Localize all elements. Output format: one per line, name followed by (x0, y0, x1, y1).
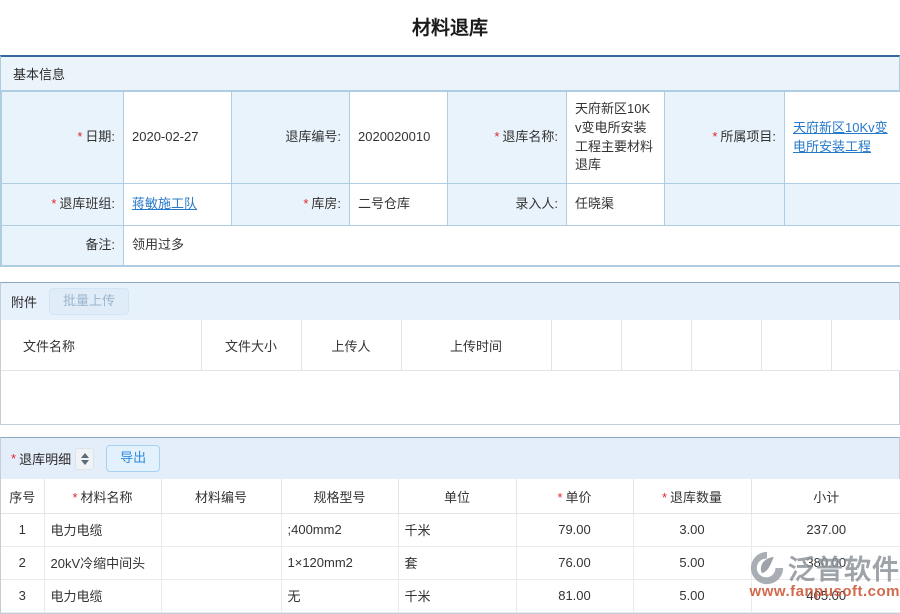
detail-col-subtotal: 小计 (751, 479, 900, 513)
basic-info-table: *日期: 2020-02-27 退库编号: 2020020010 *退库名称: … (1, 91, 900, 266)
cell-qty: 5.00 (633, 546, 751, 579)
attach-col-filename: 文件名称 (1, 320, 201, 371)
remark-label: 备注: (85, 237, 115, 252)
team-label: 退库班组: (59, 196, 115, 211)
cell-subtotal: 405.00 (751, 579, 900, 612)
recorder-value: 任晓渠 (567, 184, 665, 226)
cell-unit: 套 (398, 546, 516, 579)
cell-material-code (161, 579, 281, 612)
cell-unit: 千米 (398, 579, 516, 612)
attach-col-empty (831, 320, 900, 371)
required-marker: * (72, 490, 77, 505)
name-label: 退库名称: (502, 129, 558, 144)
export-button[interactable]: 导出 (106, 445, 160, 472)
remark-label-cell: 备注: (2, 226, 124, 266)
code-value: 2020020010 (350, 92, 448, 184)
cell-price: 81.00 (516, 579, 633, 612)
attach-col-empty (621, 320, 691, 371)
basic-info-section: 基本信息 *日期: 2020-02-27 退库编号: 2020020010 *退… (0, 55, 900, 267)
project-value-cell: 天府新区10Kv变电所安装工程 (785, 92, 900, 184)
empty-label-cell (665, 184, 785, 226)
code-label-cell: 退库编号: (232, 92, 350, 184)
cell-price: 76.00 (516, 546, 633, 579)
table-row: 1 电力电缆 ;400mm2 千米 79.00 3.00 237.00 (1, 513, 900, 546)
empty-value-cell (785, 184, 900, 226)
required-marker: * (303, 196, 308, 211)
table-row: 2 20kV冷缩中间头 1×120mm2 套 76.00 5.00 380.00 (1, 546, 900, 579)
detail-col-qty: *退库数量 (633, 479, 751, 513)
cell-no: 2 (1, 546, 44, 579)
code-label: 退库编号: (285, 129, 341, 144)
project-label-cell: *所属项目: (665, 92, 785, 184)
detail-col-unit: 单位 (398, 479, 516, 513)
sort-stepper-icon[interactable] (75, 448, 94, 470)
attach-col-uploadtime: 上传时间 (401, 320, 551, 371)
cell-material-code (161, 546, 281, 579)
detail-col-no: 序号 (1, 479, 44, 513)
basic-info-section-title: 基本信息 (1, 57, 899, 91)
cell-material-name: 电力电缆 (44, 579, 161, 612)
table-row: 3 电力电缆 无 千米 81.00 5.00 405.00 (1, 579, 900, 612)
date-label-cell: *日期: (2, 92, 124, 184)
required-marker: * (494, 129, 499, 144)
attach-col-empty (551, 320, 621, 371)
team-value-cell: 蒋敏施工队 (124, 184, 232, 226)
date-label: 日期: (85, 129, 115, 144)
page-title: 材料退库 (0, 0, 900, 55)
required-marker: * (712, 129, 717, 144)
attachments-section-title: 附件 (11, 292, 37, 311)
cell-qty: 3.00 (633, 513, 751, 546)
attach-col-uploader: 上传人 (301, 320, 401, 371)
name-value: 天府新区10Kv变电所安装工程主要材料退库 (567, 92, 665, 184)
cell-material-name: 20kV冷缩中间头 (44, 546, 161, 579)
detail-col-price: *单价 (516, 479, 633, 513)
required-marker: * (557, 490, 562, 505)
warehouse-value: 二号仓库 (350, 184, 448, 226)
detail-col-material-code: 材料编号 (161, 479, 281, 513)
warehouse-label: 库房: (311, 196, 341, 211)
cell-unit: 千米 (398, 513, 516, 546)
date-value: 2020-02-27 (124, 92, 232, 184)
detail-section: * 退库明细 导出 序号 *材料名称 材料编号 规格型号 单位 *单价 *退库数… (0, 437, 900, 613)
attach-col-empty (691, 320, 761, 371)
recorder-label: 录入人: (515, 196, 558, 211)
team-label-cell: *退库班组: (2, 184, 124, 226)
attach-col-empty (761, 320, 831, 371)
cell-subtotal: 380.00 (751, 546, 900, 579)
cell-material-name: 电力电缆 (44, 513, 161, 546)
cell-qty: 5.00 (633, 579, 751, 612)
cell-subtotal: 237.00 (751, 513, 900, 546)
cell-material-code (161, 513, 281, 546)
required-marker: * (11, 451, 16, 466)
attachments-section: 附件 批量上传 文件名称 文件大小 上传人 上传时间 (0, 282, 900, 425)
recorder-label-cell: 录入人: (448, 184, 567, 226)
cell-spec: 1×120mm2 (281, 546, 398, 579)
cell-price: 79.00 (516, 513, 633, 546)
project-link[interactable]: 天府新区10Kv变电所安装工程 (793, 120, 888, 154)
required-marker: * (662, 490, 667, 505)
required-marker: * (77, 129, 82, 144)
team-link[interactable]: 蒋敏施工队 (132, 196, 197, 211)
warehouse-label-cell: *库房: (232, 184, 350, 226)
attach-col-filesize: 文件大小 (201, 320, 301, 371)
chevron-down-icon (81, 460, 89, 465)
cell-spec: ;400mm2 (281, 513, 398, 546)
name-label-cell: *退库名称: (448, 92, 567, 184)
detail-section-title: 退库明细 (19, 449, 71, 468)
chevron-up-icon (81, 453, 89, 458)
required-marker: * (51, 196, 56, 211)
batch-upload-button[interactable]: 批量上传 (49, 288, 129, 315)
cell-no: 3 (1, 579, 44, 612)
cell-spec: 无 (281, 579, 398, 612)
attachments-empty-area (1, 371, 899, 424)
remark-value: 领用过多 (124, 226, 900, 266)
detail-col-spec: 规格型号 (281, 479, 398, 513)
project-label: 所属项目: (720, 129, 776, 144)
cell-no: 1 (1, 513, 44, 546)
detail-table: 序号 *材料名称 材料编号 规格型号 单位 *单价 *退库数量 小计 1 电力电… (1, 479, 900, 613)
detail-col-material-name: *材料名称 (44, 479, 161, 513)
attachments-table: 文件名称 文件大小 上传人 上传时间 (1, 320, 900, 372)
